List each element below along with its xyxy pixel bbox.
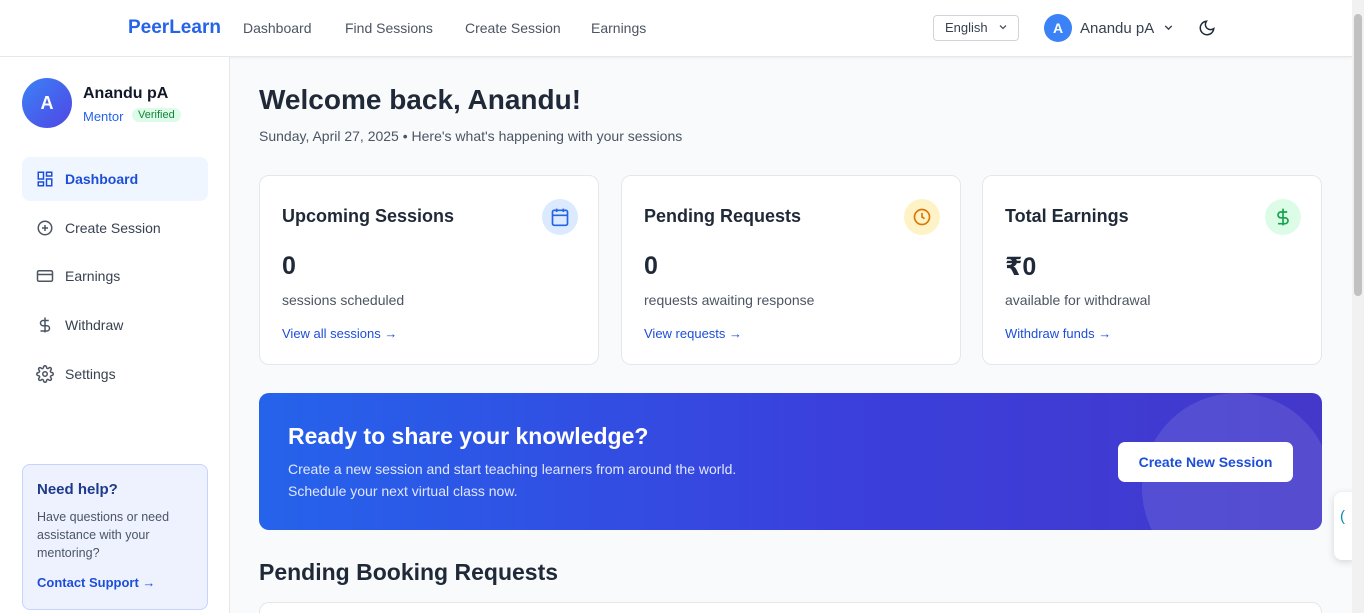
view-requests-link[interactable]: View requests → bbox=[644, 326, 742, 341]
gear-icon bbox=[36, 365, 54, 383]
contact-support-link[interactable]: Contact Support → bbox=[37, 575, 155, 590]
card-title: Total Earnings bbox=[1005, 206, 1129, 226]
card-title: Upcoming Sessions bbox=[282, 206, 455, 226]
scrollbar-thumb[interactable] bbox=[1354, 14, 1362, 296]
card-description: requests awaiting response bbox=[644, 292, 815, 308]
sidebar-item-withdraw[interactable]: Withdraw bbox=[22, 303, 208, 347]
verified-badge: Verified bbox=[132, 108, 181, 122]
page-subtitle: Sunday, April 27, 2025 • Here's what's h… bbox=[259, 128, 683, 144]
language-value: English bbox=[945, 20, 988, 35]
chevron-down-icon bbox=[999, 25, 1007, 30]
card-value: 0 bbox=[644, 252, 658, 280]
sidebar: A Anandu pA Mentor Verified Dashboard Cr… bbox=[0, 57, 230, 613]
scrollbar[interactable] bbox=[1352, 0, 1364, 613]
card-description: sessions scheduled bbox=[282, 292, 405, 308]
withdraw-funds-link[interactable]: Withdraw funds → bbox=[1005, 326, 1111, 341]
help-title: Need help? bbox=[37, 481, 118, 498]
cta-banner: Ready to share your knowledge? Create a … bbox=[259, 393, 1322, 530]
card-title: Pending Requests bbox=[644, 206, 802, 226]
banner-text: Schedule your next virtual class now. bbox=[288, 483, 518, 499]
sidebar-item-label: Settings bbox=[65, 366, 116, 382]
dollar-icon bbox=[39, 317, 51, 333]
upcoming-sessions-card: Upcoming Sessions 0 sessions scheduled V… bbox=[259, 175, 599, 365]
plus-circle-icon bbox=[37, 220, 53, 236]
sidebar-item-earnings[interactable]: Earnings bbox=[22, 254, 208, 298]
clock-icon bbox=[904, 199, 940, 235]
language-select[interactable]: English bbox=[933, 15, 1019, 41]
nav-earnings[interactable]: Earnings bbox=[591, 20, 646, 36]
card-description: available for withdrawal bbox=[1005, 292, 1151, 308]
create-new-session-button[interactable]: Create New Session bbox=[1118, 442, 1293, 482]
chat-icon: ( bbox=[1340, 508, 1345, 525]
sidebar-user-role: Mentor bbox=[83, 109, 124, 124]
user-menu-name[interactable]: Anandu pA bbox=[1080, 20, 1154, 37]
card-value: 0 bbox=[282, 252, 296, 280]
pending-requests-panel bbox=[259, 602, 1322, 613]
grid-icon bbox=[37, 171, 53, 187]
user-avatar[interactable]: A bbox=[1044, 14, 1072, 42]
sidebar-item-create-session[interactable]: Create Session bbox=[22, 206, 208, 250]
top-navbar: PeerLearn Dashboard Find Sessions Create… bbox=[0, 0, 1352, 57]
help-text: Have questions or need assistance with y… bbox=[37, 510, 170, 560]
banner-title: Ready to share your knowledge? bbox=[288, 423, 649, 449]
sidebar-item-label: Create Session bbox=[65, 220, 161, 236]
sidebar-item-label: Dashboard bbox=[65, 171, 139, 187]
floating-chat-tab[interactable]: ( bbox=[1334, 492, 1354, 560]
sidebar-item-label: Earnings bbox=[65, 268, 121, 284]
nav-dashboard[interactable]: Dashboard bbox=[243, 20, 312, 36]
view-all-sessions-link[interactable]: View all sessions → bbox=[282, 326, 397, 341]
moon-icon[interactable] bbox=[1198, 19, 1216, 37]
sidebar-avatar: A bbox=[22, 78, 72, 128]
section-title: Pending Booking Requests bbox=[259, 559, 559, 585]
sidebar-item-label: Withdraw bbox=[65, 317, 124, 333]
sidebar-item-dashboard[interactable]: Dashboard bbox=[22, 157, 208, 201]
sidebar-item-settings[interactable]: Settings bbox=[22, 352, 208, 396]
sidebar-user-name: Anandu pA bbox=[83, 85, 169, 102]
credit-card-icon bbox=[36, 270, 54, 282]
nav-create-session[interactable]: Create Session bbox=[465, 20, 561, 36]
nav-find-sessions[interactable]: Find Sessions bbox=[345, 20, 433, 36]
help-card: Need help? Have questions or need assist… bbox=[22, 464, 208, 610]
page-title: Welcome back, Anandu! bbox=[259, 84, 582, 115]
calendar-icon bbox=[542, 199, 578, 235]
brand-logo[interactable]: PeerLearn bbox=[128, 17, 221, 39]
pending-requests-card: Pending Requests 0 requests awaiting res… bbox=[621, 175, 961, 365]
card-value: ₹0 bbox=[1005, 253, 1037, 281]
dollar-icon bbox=[1265, 199, 1301, 235]
chevron-down-icon[interactable] bbox=[1162, 21, 1175, 34]
banner-text: Create a new session and start teaching … bbox=[288, 461, 737, 477]
total-earnings-card: Total Earnings ₹0 available for withdraw… bbox=[982, 175, 1322, 365]
